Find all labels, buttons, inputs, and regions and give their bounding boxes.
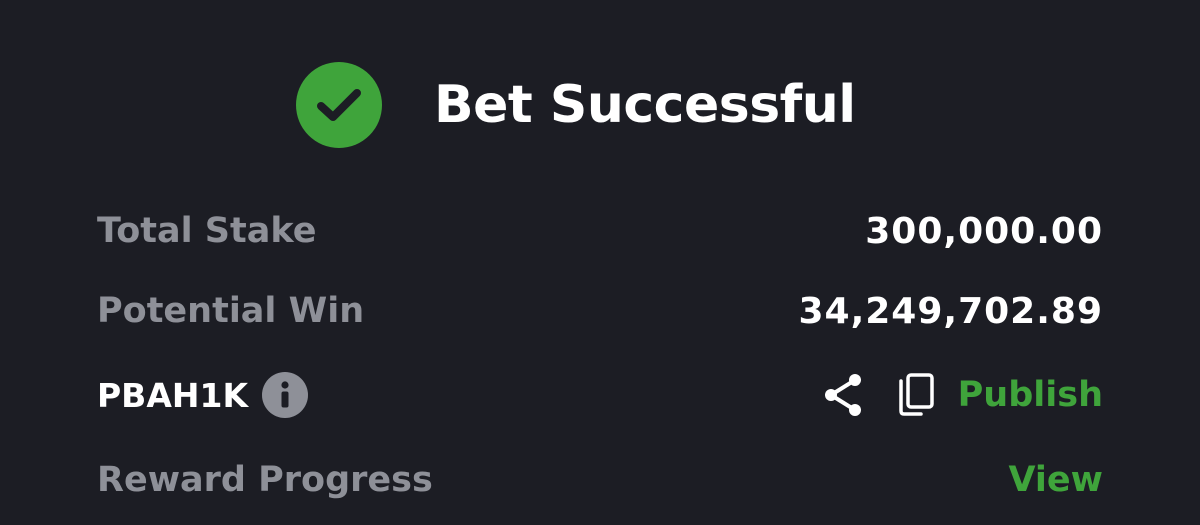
page-title: Bet Successful <box>434 75 856 135</box>
total-stake-label: Total Stake <box>97 211 317 251</box>
total-stake-row: Total Stake 300,000.00 <box>97 206 1103 256</box>
success-header: Bet Successful <box>296 62 856 148</box>
reward-progress-label: Reward Progress <box>97 460 433 500</box>
potential-win-value: 34,249,702.89 <box>798 290 1103 332</box>
total-stake-value: 300,000.00 <box>865 210 1103 252</box>
booking-code-group: PBAH1K <box>97 372 309 418</box>
check-circle-icon <box>296 62 382 148</box>
view-button[interactable]: View <box>1008 460 1103 500</box>
potential-win-label: Potential Win <box>97 291 365 331</box>
booking-code-row: PBAH1K Publish <box>97 370 1103 420</box>
booking-actions: Publish <box>820 370 1103 420</box>
share-icon[interactable] <box>820 370 866 420</box>
reward-progress-row: Reward Progress View <box>97 455 1103 505</box>
booking-code[interactable]: PBAH1K <box>97 376 248 415</box>
info-icon[interactable] <box>262 372 309 418</box>
potential-win-row: Potential Win 34,249,702.89 <box>97 286 1103 336</box>
copy-icon[interactable] <box>894 370 938 420</box>
publish-button[interactable]: Publish <box>958 375 1103 415</box>
